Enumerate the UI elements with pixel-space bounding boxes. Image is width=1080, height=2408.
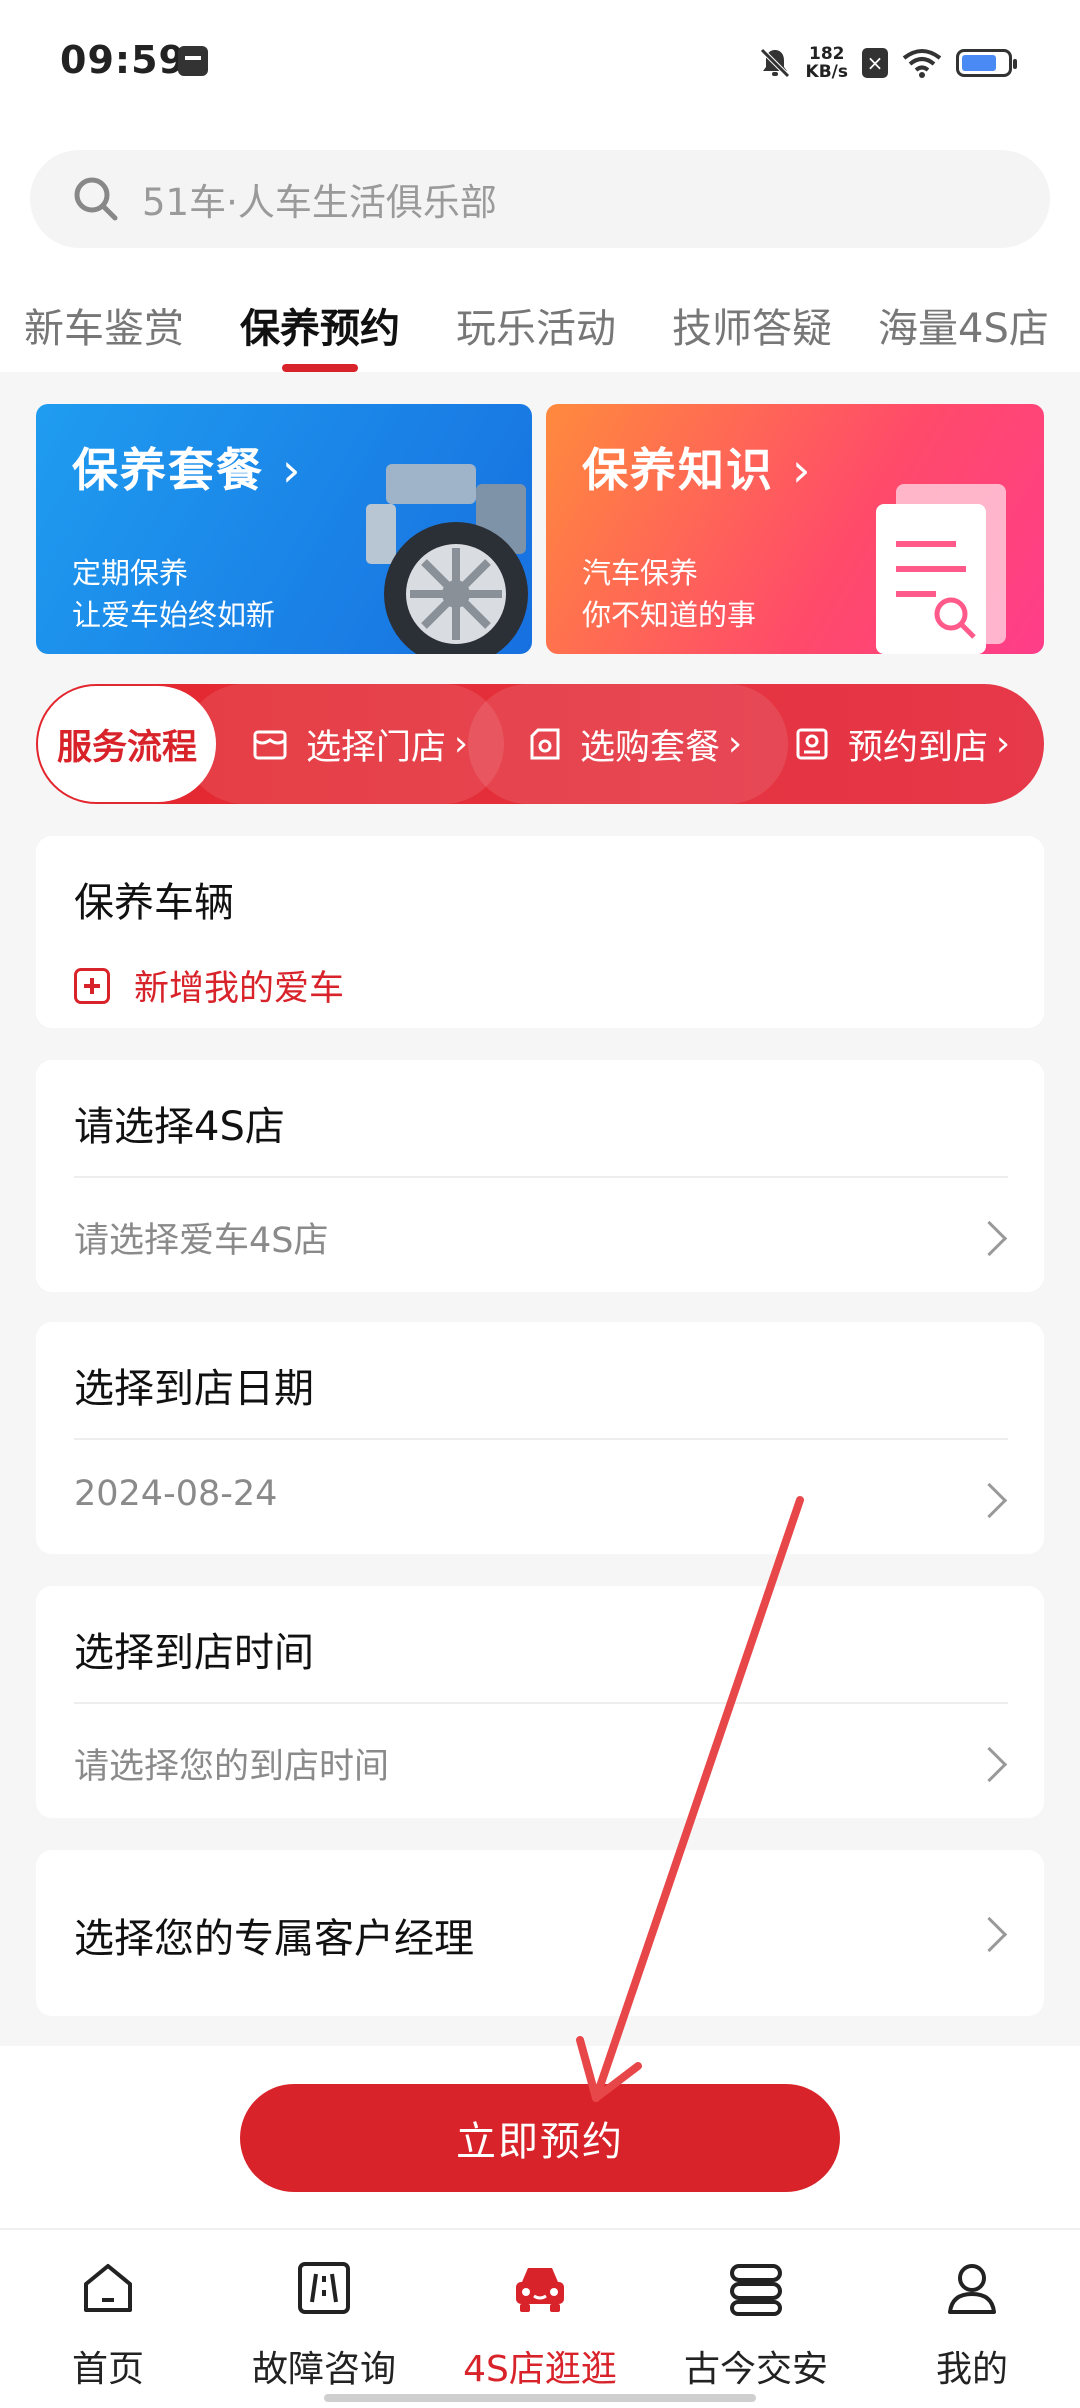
service-flow-bar: 服务流程 选择门店 › 选购套餐 › 预约到店 › bbox=[36, 684, 1044, 804]
nav-item-fault-consult[interactable]: 故障咨询 bbox=[216, 2256, 432, 2390]
status-bar: 09:59 182 KB/s × bbox=[0, 0, 1080, 128]
wifi-icon bbox=[902, 49, 942, 78]
speed-unit: KB/s bbox=[805, 62, 848, 82]
flow-step-select-store[interactable]: 选择门店 › bbox=[250, 684, 468, 804]
vehicle-card: 保养车辆 新增我的爱车 bbox=[36, 836, 1044, 1028]
nav-item-traffic-safety[interactable]: 古今交安 bbox=[648, 2256, 864, 2390]
document-illustration bbox=[876, 484, 1006, 654]
store-card-title: 请选择4S店 bbox=[74, 1104, 285, 1150]
add-car-button[interactable]: 新增我的爱车 bbox=[74, 960, 344, 1011]
book-now-button[interactable]: 立即预约 bbox=[240, 2084, 840, 2192]
banner-subtitle: 定期保养 让爱车始终如新 bbox=[72, 556, 276, 632]
search-icon bbox=[74, 177, 118, 221]
speed-value: 182 bbox=[809, 44, 845, 64]
nav-item-profile[interactable]: 我的 bbox=[864, 2256, 1080, 2390]
time-select-field[interactable]: 请选择您的到店时间 bbox=[74, 1738, 389, 1789]
divider bbox=[74, 1176, 1008, 1178]
store-select-field[interactable]: 请选择爱车4S店 bbox=[74, 1212, 329, 1263]
maintenance-knowledge-banner[interactable]: 保养知识 › 汽车保养 你不知道的事 bbox=[546, 404, 1044, 654]
home-indicator bbox=[324, 2394, 756, 2402]
manager-card-title: 选择您的专属客户经理 bbox=[74, 1916, 474, 1962]
nav-label: 我的 bbox=[935, 2349, 1008, 2390]
books-icon bbox=[730, 2264, 782, 2316]
flow-step-select-package[interactable]: 选购套餐 › bbox=[524, 684, 742, 804]
person-icon bbox=[948, 2264, 996, 2314]
tab-4s-stores[interactable]: 海量4S店 bbox=[878, 296, 1049, 354]
manager-card[interactable]: 选择您的专属客户经理 bbox=[36, 1850, 1044, 2016]
battery-icon bbox=[956, 49, 1017, 77]
chevron-right-icon[interactable] bbox=[971, 1746, 1008, 1783]
status-icons: 182 KB/s × bbox=[758, 38, 1017, 88]
time-card-title: 选择到店时间 bbox=[74, 1630, 314, 1676]
category-tabs: 新车鉴赏 保养预约 玩乐活动 技师答疑 海量4S店 bbox=[0, 296, 1080, 376]
add-car-label: 新增我的爱车 bbox=[134, 969, 345, 1009]
sim-off-icon: × bbox=[862, 48, 888, 78]
package-icon bbox=[530, 728, 560, 760]
home-icon bbox=[84, 2264, 132, 2312]
banner-title: 保养套餐 › bbox=[72, 443, 303, 497]
bottom-nav-divider bbox=[0, 2228, 1080, 2230]
plus-square-icon bbox=[74, 967, 110, 1004]
active-tab-indicator bbox=[282, 364, 358, 372]
tab-technician-qa[interactable]: 技师答疑 bbox=[672, 296, 832, 354]
divider bbox=[74, 1438, 1008, 1440]
nav-item-4s-store[interactable]: 4S店逛逛 bbox=[432, 2256, 648, 2390]
tire-illustration bbox=[366, 464, 528, 654]
tab-activities[interactable]: 玩乐活动 bbox=[456, 296, 616, 354]
road-icon bbox=[298, 2262, 350, 2314]
chevron-right-icon[interactable] bbox=[971, 1220, 1008, 1257]
service-flow-label: 服务流程 bbox=[38, 686, 216, 802]
chevron-right-icon[interactable] bbox=[971, 1482, 1008, 1519]
network-speed: 182 KB/s bbox=[806, 45, 848, 81]
banner-subtitle: 汽车保养 你不知道的事 bbox=[582, 556, 757, 632]
vehicle-card-title: 保养车辆 bbox=[74, 880, 234, 926]
time-card: 选择到店时间 请选择您的到店时间 bbox=[36, 1586, 1044, 1818]
tab-maintenance-booking[interactable]: 保养预约 bbox=[240, 296, 400, 354]
search-placeholder: 51车·人车生活俱乐部 bbox=[142, 181, 497, 224]
store-icon bbox=[253, 730, 287, 760]
search-bar[interactable]: 51车·人车生活俱乐部 bbox=[30, 150, 1050, 248]
flow-step-book-visit[interactable]: 预约到店 › bbox=[792, 684, 1010, 804]
notification-icon bbox=[178, 46, 208, 76]
date-card-title: 选择到店日期 bbox=[74, 1366, 314, 1412]
status-time: 09:59 bbox=[60, 38, 186, 82]
nav-label: 首页 bbox=[71, 2349, 144, 2390]
date-select-field[interactable]: 2024-08-24 bbox=[74, 1474, 277, 1514]
chevron-right-icon[interactable] bbox=[971, 1916, 1008, 1953]
store-card: 请选择4S店 请选择爱车4S店 bbox=[36, 1060, 1044, 1292]
date-card: 选择到店日期 2024-08-24 bbox=[36, 1322, 1044, 1554]
nav-label: 古今交安 bbox=[683, 2349, 828, 2390]
booking-icon bbox=[796, 728, 828, 760]
banner-title: 保养知识 › bbox=[582, 443, 813, 497]
car-icon bbox=[516, 2268, 564, 2312]
nav-label: 4S店逛逛 bbox=[463, 2349, 617, 2390]
maintenance-package-banner[interactable]: 保养套餐 › 定期保养 让爱车始终如新 bbox=[36, 404, 532, 654]
tab-new-cars[interactable]: 新车鉴赏 bbox=[24, 296, 184, 354]
nav-item-home[interactable]: 首页 bbox=[0, 2256, 216, 2390]
mute-bell-icon bbox=[759, 48, 790, 78]
nav-label: 故障咨询 bbox=[251, 2349, 396, 2390]
divider bbox=[74, 1702, 1008, 1704]
